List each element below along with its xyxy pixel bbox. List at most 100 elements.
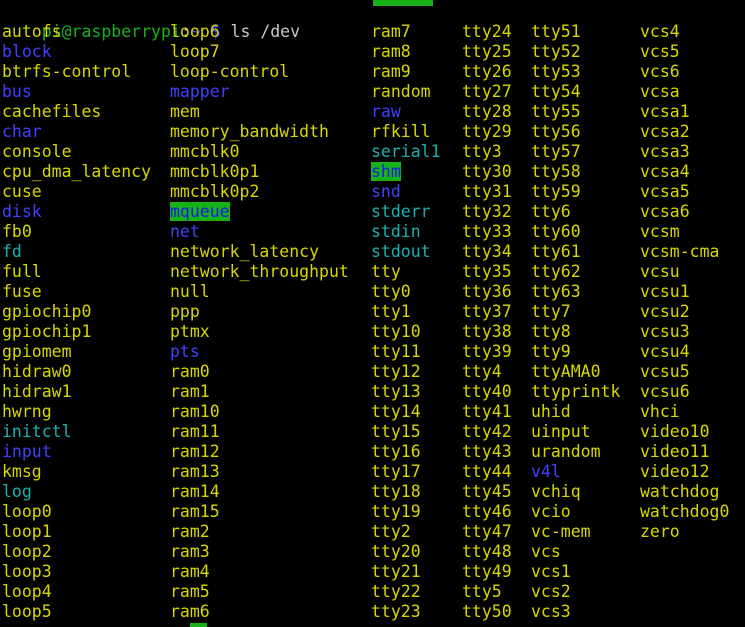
- ls-entry[interactable]: loop0: [2, 502, 151, 522]
- ls-entry[interactable]: tty9: [531, 342, 620, 362]
- ls-entry[interactable]: fuse: [2, 282, 151, 302]
- ls-entry[interactable]: vcsa1: [640, 102, 729, 122]
- ls-entry[interactable]: btrfs-control: [2, 62, 151, 82]
- ls-entry[interactable]: vcsa2: [640, 122, 729, 142]
- ls-entry[interactable]: tty51: [531, 22, 620, 42]
- ls-entry[interactable]: vcsu5: [640, 362, 729, 382]
- ls-entry[interactable]: loop7: [170, 42, 349, 62]
- ls-entry[interactable]: v4l: [531, 462, 620, 482]
- ls-entry[interactable]: vcs3: [531, 602, 620, 622]
- ls-entry[interactable]: tty36: [462, 282, 512, 302]
- ls-entry[interactable]: network_latency: [170, 242, 349, 262]
- ls-entry[interactable]: ram1: [170, 382, 349, 402]
- ls-entry[interactable]: tty44: [462, 462, 512, 482]
- ls-entry[interactable]: vcs4: [640, 22, 729, 42]
- ls-entry[interactable]: tty54: [531, 82, 620, 102]
- ls-entry[interactable]: vc-mem: [531, 522, 620, 542]
- ls-entry[interactable]: tty39: [462, 342, 512, 362]
- ls-entry[interactable]: tty47: [462, 522, 512, 542]
- ls-entry[interactable]: fd: [2, 242, 151, 262]
- ls-entry[interactable]: ttyAMA0: [531, 362, 620, 382]
- ls-entry[interactable]: disk: [2, 202, 151, 222]
- ls-entry[interactable]: ram15: [170, 502, 349, 522]
- ls-entry[interactable]: tty8: [531, 322, 620, 342]
- ls-entry[interactable]: block: [2, 42, 151, 62]
- ls-entry[interactable]: ram14: [170, 482, 349, 502]
- ls-entry[interactable]: ram4: [170, 562, 349, 582]
- ls-entry[interactable]: tty29: [462, 122, 512, 142]
- ls-entry[interactable]: cachefiles: [2, 102, 151, 122]
- ls-entry[interactable]: tty0: [371, 282, 441, 302]
- ls-entry[interactable]: tty55: [531, 102, 620, 122]
- ls-entry[interactable]: char: [2, 122, 151, 142]
- ls-entry[interactable]: stdin: [371, 222, 441, 242]
- ls-entry[interactable]: random: [371, 82, 441, 102]
- ls-entry[interactable]: net: [170, 222, 349, 242]
- ls-entry[interactable]: tty56: [531, 122, 620, 142]
- ls-entry[interactable]: vcsa: [640, 82, 729, 102]
- ls-entry[interactable]: video11: [640, 442, 729, 462]
- ls-entry[interactable]: tty7: [531, 302, 620, 322]
- ls-entry[interactable]: log: [2, 482, 151, 502]
- ls-entry[interactable]: mmcblk0p1: [170, 162, 349, 182]
- ls-entry[interactable]: fb0: [2, 222, 151, 242]
- ls-entry[interactable]: tty40: [462, 382, 512, 402]
- ls-entry[interactable]: tty38: [462, 322, 512, 342]
- ls-entry[interactable]: snd: [371, 182, 441, 202]
- ls-entry[interactable]: rfkill: [371, 122, 441, 142]
- ls-entry[interactable]: tty48: [462, 542, 512, 562]
- ls-entry[interactable]: uinput: [531, 422, 620, 442]
- ls-entry[interactable]: vcsu: [640, 262, 729, 282]
- ls-entry[interactable]: vcsa4: [640, 162, 729, 182]
- ls-entry[interactable]: ram10: [170, 402, 349, 422]
- ls-entry[interactable]: autofs: [2, 22, 151, 42]
- ls-entry[interactable]: vcs2: [531, 582, 620, 602]
- ls-entry[interactable]: vcsa5: [640, 182, 729, 202]
- ls-entry[interactable]: tty24: [462, 22, 512, 42]
- ls-entry[interactable]: tty52: [531, 42, 620, 62]
- ls-entry[interactable]: uhid: [531, 402, 620, 422]
- ls-entry[interactable]: loop5: [2, 602, 151, 622]
- ls-entry[interactable]: stdout: [371, 242, 441, 262]
- ls-entry[interactable]: mmcblk0p2: [170, 182, 349, 202]
- ls-entry[interactable]: vcsu1: [640, 282, 729, 302]
- ls-entry[interactable]: vcs5: [640, 42, 729, 62]
- ls-entry[interactable]: tty50: [462, 602, 512, 622]
- ls-entry[interactable]: tty62: [531, 262, 620, 282]
- ls-entry[interactable]: vcio: [531, 502, 620, 522]
- ls-entry[interactable]: tty26: [462, 62, 512, 82]
- ls-entry[interactable]: tty4: [462, 362, 512, 382]
- ls-entry[interactable]: kmsg: [2, 462, 151, 482]
- ls-entry[interactable]: tty11: [371, 342, 441, 362]
- ls-entry[interactable]: raw: [371, 102, 441, 122]
- ls-entry[interactable]: tty63: [531, 282, 620, 302]
- ls-entry[interactable]: tty49: [462, 562, 512, 582]
- ls-entry[interactable]: full: [2, 262, 151, 282]
- ls-entry[interactable]: gpiochip0: [2, 302, 151, 322]
- ls-entry[interactable]: ram0: [170, 362, 349, 382]
- ls-entry[interactable]: zero: [640, 522, 729, 542]
- ls-entry[interactable]: tty19: [371, 502, 441, 522]
- ls-entry[interactable]: urandom: [531, 442, 620, 462]
- ls-entry[interactable]: mem: [170, 102, 349, 122]
- ls-entry[interactable]: vcs6: [640, 62, 729, 82]
- ls-entry[interactable]: tty59: [531, 182, 620, 202]
- ls-entry[interactable]: tty61: [531, 242, 620, 262]
- ls-entry[interactable]: tty6: [531, 202, 620, 222]
- ls-entry[interactable]: tty35: [462, 262, 512, 282]
- ls-entry[interactable]: tty10: [371, 322, 441, 342]
- ls-entry[interactable]: ram11: [170, 422, 349, 442]
- ls-entry[interactable]: serial1: [371, 142, 441, 162]
- ls-entry[interactable]: tty42: [462, 422, 512, 442]
- ls-entry[interactable]: tty41: [462, 402, 512, 422]
- ls-entry[interactable]: vcsm-cma: [640, 242, 729, 262]
- ls-entry[interactable]: tty58: [531, 162, 620, 182]
- ls-entry[interactable]: network_throughput: [170, 262, 349, 282]
- ls-entry[interactable]: vcsa3: [640, 142, 729, 162]
- ls-entry[interactable]: vcs1: [531, 562, 620, 582]
- ls-entry[interactable]: tty28: [462, 102, 512, 122]
- ls-entry[interactable]: cpu_dma_latency: [2, 162, 151, 182]
- ls-entry[interactable]: cuse: [2, 182, 151, 202]
- ls-entry[interactable]: tty15: [371, 422, 441, 442]
- ls-entry[interactable]: ram3: [170, 542, 349, 562]
